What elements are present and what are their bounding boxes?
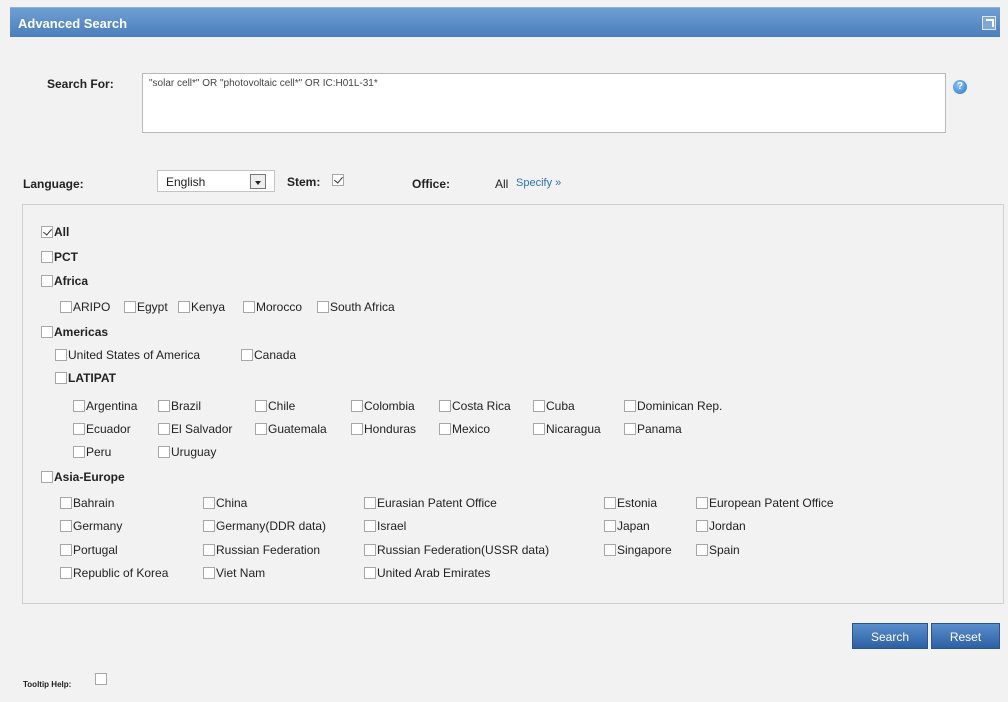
office-checkbox-european-patent-office[interactable]: European Patent Office [696,496,834,510]
office-checkbox-el-salvador[interactable]: El Salvador [158,422,232,436]
office-checkbox-canada[interactable]: Canada [241,348,296,362]
tooltip-help-checkbox[interactable] [95,673,107,685]
help-icon[interactable]: ? [953,80,967,94]
office-checkbox-cuba[interactable]: Cuba [533,399,575,413]
office-checkbox-aripo[interactable]: ARIPO [60,300,110,314]
office-checkbox-japan[interactable]: Japan [604,519,650,533]
office-checkbox-colombia[interactable]: Colombia [351,399,415,413]
office-checkbox-estonia[interactable]: Estonia [604,496,657,510]
office-checkbox-germany[interactable]: Germany [60,519,122,533]
office-checkbox-guatemala[interactable]: Guatemala [255,422,327,436]
office-checkbox-panama[interactable]: Panama [624,422,682,436]
office-label: Office: [412,177,451,191]
office-checkbox-singapore[interactable]: Singapore [604,543,672,557]
office-checkbox-republic-of-korea[interactable]: Republic of Korea [60,566,168,580]
search-button[interactable]: Search [852,623,928,649]
office-checkbox-costa-rica[interactable]: Costa Rica [439,399,511,413]
office-checkbox-ecuador[interactable]: Ecuador [73,422,131,436]
office-checkbox-bahrain[interactable]: Bahrain [60,496,114,510]
office-checkbox-honduras[interactable]: Honduras [351,422,416,436]
office-checkbox-russian-federation[interactable]: Russian Federation [203,543,320,557]
office-group-americas[interactable]: Americas [41,325,108,339]
stem-label: Stem: [287,175,321,189]
office-checkbox-peru[interactable]: Peru [73,445,111,459]
office-checkbox-chile[interactable]: Chile [255,399,295,413]
office-checkbox-portugal[interactable]: Portugal [60,543,118,557]
specify-link[interactable]: Specify » [516,177,561,189]
office-checkbox-all[interactable]: All [41,225,69,239]
language-label: Language: [23,177,84,191]
office-checkbox-united-arab-emirates[interactable]: United Arab Emirates [364,566,490,580]
office-checkbox-dominican-rep[interactable]: Dominican Rep. [624,399,722,413]
office-checkbox-usa[interactable]: United States of America [55,348,200,362]
office-checkbox-nicaragua[interactable]: Nicaragua [533,422,601,436]
chevron-down-icon[interactable] [250,174,266,189]
office-checkbox-china[interactable]: China [203,496,247,510]
office-checkbox-mexico[interactable]: Mexico [439,422,490,436]
maximize-icon[interactable] [982,16,996,30]
office-group-africa[interactable]: Africa [41,274,88,288]
office-checkbox-viet-nam[interactable]: Viet Nam [203,566,265,580]
office-checkbox-eurasian-patent-office[interactable]: Eurasian Patent Office [364,496,497,510]
office-group-asia-europe[interactable]: Asia-Europe [41,470,125,484]
office-checkbox-germany-ddr[interactable]: Germany(DDR data) [203,519,326,533]
office-checkbox-brazil[interactable]: Brazil [158,399,201,413]
office-checkbox-pct[interactable]: PCT [41,250,78,264]
office-checkbox-spain[interactable]: Spain [696,543,740,557]
office-checkbox-russian-federation-ussr[interactable]: Russian Federation(USSR data) [364,543,549,557]
office-checkbox-egypt[interactable]: Egypt [124,300,168,314]
window-title-bar: Advanced Search [10,7,1000,37]
office-checkbox-south-africa[interactable]: South Africa [317,300,395,314]
office-checkbox-kenya[interactable]: Kenya [178,300,225,314]
window-title: Advanced Search [18,16,128,31]
office-value: All [495,177,509,191]
office-checkbox-jordan[interactable]: Jordan [696,519,746,533]
reset-button[interactable]: Reset [931,623,1000,649]
office-checkbox-uruguay[interactable]: Uruguay [158,445,216,459]
office-group-latipat[interactable]: LATIPAT [55,371,116,385]
search-for-label: Search For: [47,77,114,91]
tooltip-help-label: Tooltip Help: [23,680,72,689]
office-checkbox-israel[interactable]: Israel [364,519,406,533]
office-checkbox-morocco[interactable]: Morocco [243,300,302,314]
search-query-input[interactable]: "solar cell*" OR "photovoltaic cell*" OR… [142,73,946,133]
office-selection-panel: All PCT Africa ARIPO Egypt Kenya Morocco… [22,204,1004,604]
language-selected-value: English [166,175,206,189]
checkbox[interactable] [41,226,53,238]
stem-checkbox[interactable] [332,174,344,186]
office-checkbox-argentina[interactable]: Argentina [73,399,137,413]
language-select[interactable]: English [157,170,275,192]
